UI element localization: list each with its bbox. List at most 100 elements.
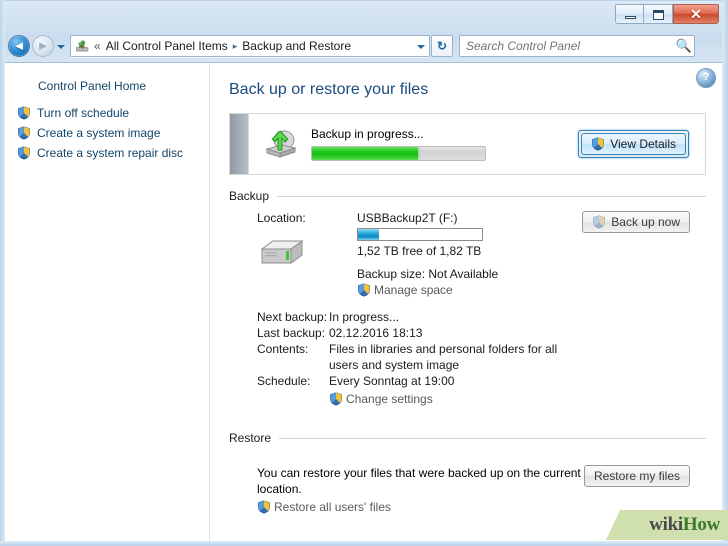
- maximize-button[interactable]: [644, 4, 673, 24]
- main-panel: ? Back up or restore your files Backup i…: [210, 63, 722, 541]
- navigation-bar: ◄ ► « All Control Panel Items ▸ Backup a…: [0, 31, 728, 61]
- back-up-now-label: Back up now: [611, 215, 680, 229]
- help-icon[interactable]: ?: [696, 68, 716, 88]
- disk-usage-bar: [357, 228, 483, 241]
- search-icon: 🔍: [675, 38, 693, 53]
- minimize-icon: [625, 16, 636, 19]
- restore-action-area: Restore my files: [583, 465, 706, 487]
- recent-pages-dropdown-icon[interactable]: [54, 35, 68, 57]
- sidebar-item-create-a-system-repair-disc[interactable]: Create a system repair disc: [5, 143, 209, 163]
- change-settings-label: Change settings: [346, 392, 433, 406]
- change-settings-link[interactable]: Change settings: [329, 391, 433, 407]
- window-frame-bottom: [0, 541, 728, 546]
- view-details-focus-ring: View Details: [578, 130, 689, 158]
- sidebar-item-label: Create a system image: [37, 126, 161, 140]
- back-arrow-icon: ◄: [12, 38, 26, 53]
- control-panel-icon: [74, 38, 92, 54]
- detail-row-last-backup: Last backup: 02.12.2016 18:13: [229, 325, 706, 341]
- restore-my-files-button[interactable]: Restore my files: [583, 465, 690, 487]
- detail-label: Last backup:: [257, 326, 326, 340]
- content-area: Control Panel Home Turn off schedule Cre…: [5, 62, 722, 541]
- restore-description: You can restore your files that were bac…: [257, 466, 581, 496]
- shield-icon: [329, 392, 343, 406]
- nav-button-group: ◄ ►: [8, 35, 68, 57]
- back-up-now-button[interactable]: Back up now: [582, 211, 690, 233]
- backup-location-right: USBBackup2T (F:) 1,52 TB free of 1,82 TB…: [357, 211, 582, 297]
- refresh-icon: ↻: [436, 39, 448, 53]
- status-action-area: View Details: [578, 130, 705, 158]
- breadcrumb-item-backup-and-restore[interactable]: Backup and Restore: [239, 38, 354, 54]
- restore-description-block: You can restore your files that were bac…: [229, 465, 584, 515]
- shield-icon: [17, 146, 31, 160]
- window-frame-right: [722, 0, 728, 546]
- detail-row-contents: Contents: Files in libraries and persona…: [229, 341, 706, 373]
- shield-icon: [591, 137, 605, 151]
- sidebar-item-label: Create a system repair disc: [37, 146, 184, 160]
- breadcrumb-separator-icon: ▸: [232, 40, 238, 51]
- view-details-button[interactable]: View Details: [581, 133, 686, 155]
- backup-location-left: Location:: [229, 211, 357, 274]
- close-button[interactable]: ✕: [673, 4, 719, 24]
- detail-row-schedule: Schedule: Every Sonntag at 19:00: [229, 373, 706, 389]
- backup-drive-icon: [249, 126, 307, 163]
- manage-space-label: Manage space: [374, 283, 453, 297]
- watermark-wiki-text: wiki: [649, 514, 683, 535]
- backup-status-text: Backup in progress...: [311, 127, 424, 141]
- restore-section-title: Restore: [229, 431, 272, 445]
- shield-icon: [17, 106, 31, 120]
- search-input[interactable]: [460, 38, 674, 54]
- section-divider: [279, 437, 706, 439]
- backup-section-title: Backup: [229, 189, 270, 203]
- refresh-button[interactable]: ↻: [431, 35, 453, 57]
- wikihow-watermark: wiki How: [606, 510, 728, 540]
- manage-space-link[interactable]: Manage space: [357, 283, 582, 297]
- watermark-how-text: How: [682, 514, 720, 535]
- sidebar-item-turn-off-schedule[interactable]: Turn off schedule: [5, 103, 209, 123]
- hard-disk-icon: [229, 225, 357, 274]
- shield-icon: [592, 215, 606, 229]
- backup-progress-bar: [311, 146, 486, 161]
- address-bar[interactable]: « All Control Panel Items ▸ Backup and R…: [70, 35, 430, 57]
- address-dropdown-icon[interactable]: [412, 36, 429, 56]
- breadcrumb-item-all-control-panel-items[interactable]: All Control Panel Items: [103, 38, 231, 54]
- restore-section-heading: Restore: [229, 431, 706, 445]
- close-icon: ✕: [690, 6, 702, 22]
- disk-usage-fill: [358, 229, 380, 240]
- sidebar-item-control-panel-home[interactable]: Control Panel Home: [5, 79, 209, 103]
- section-divider: [277, 195, 706, 197]
- detail-label: Schedule:: [257, 374, 311, 388]
- detail-label: Next backup:: [257, 310, 328, 324]
- restore-all-users-files-label: Restore all users' files: [274, 500, 391, 514]
- location-value: USBBackup2T (F:): [357, 211, 458, 225]
- status-stripe: [230, 114, 249, 174]
- restore-all-users-files-link[interactable]: Restore all users' files: [257, 499, 584, 515]
- back-button[interactable]: ◄: [8, 35, 30, 57]
- caption-button-group: ✕: [615, 4, 719, 25]
- shield-icon: [357, 283, 371, 297]
- forward-button[interactable]: ►: [32, 35, 54, 57]
- detail-label: Contents:: [257, 342, 309, 356]
- restore-my-files-label: Restore my files: [593, 469, 680, 483]
- forward-arrow-icon: ►: [36, 38, 50, 53]
- detail-value: 02.12.2016 18:13: [329, 326, 423, 340]
- backup-size-text: Backup size: Not Available: [357, 267, 499, 281]
- page-title: Back up or restore your files: [229, 81, 429, 98]
- disk-free-text: 1,52 TB free of 1,82 TB: [357, 244, 482, 258]
- change-settings-row: Change settings: [229, 389, 706, 407]
- backup-section-heading: Backup: [229, 189, 706, 203]
- sidebar-item-create-a-system-image[interactable]: Create a system image: [5, 123, 209, 143]
- backup-and-restore-window: ✕ ◄ ► « All Control Panel Items ▸ Backup…: [0, 0, 728, 546]
- search-box[interactable]: 🔍: [459, 35, 695, 57]
- detail-value: Files in libraries and personal folders …: [329, 342, 558, 372]
- sidebar-item-label: Turn off schedule: [37, 106, 130, 120]
- breadcrumb-overflow[interactable]: «: [94, 39, 101, 53]
- backup-status-panel: Backup in progress... View Details: [229, 113, 706, 175]
- detail-row-next-backup: Next backup: In progress...: [229, 309, 706, 325]
- minimize-button[interactable]: [615, 4, 644, 24]
- location-label: Location:: [257, 211, 306, 225]
- maximize-icon: [653, 10, 664, 20]
